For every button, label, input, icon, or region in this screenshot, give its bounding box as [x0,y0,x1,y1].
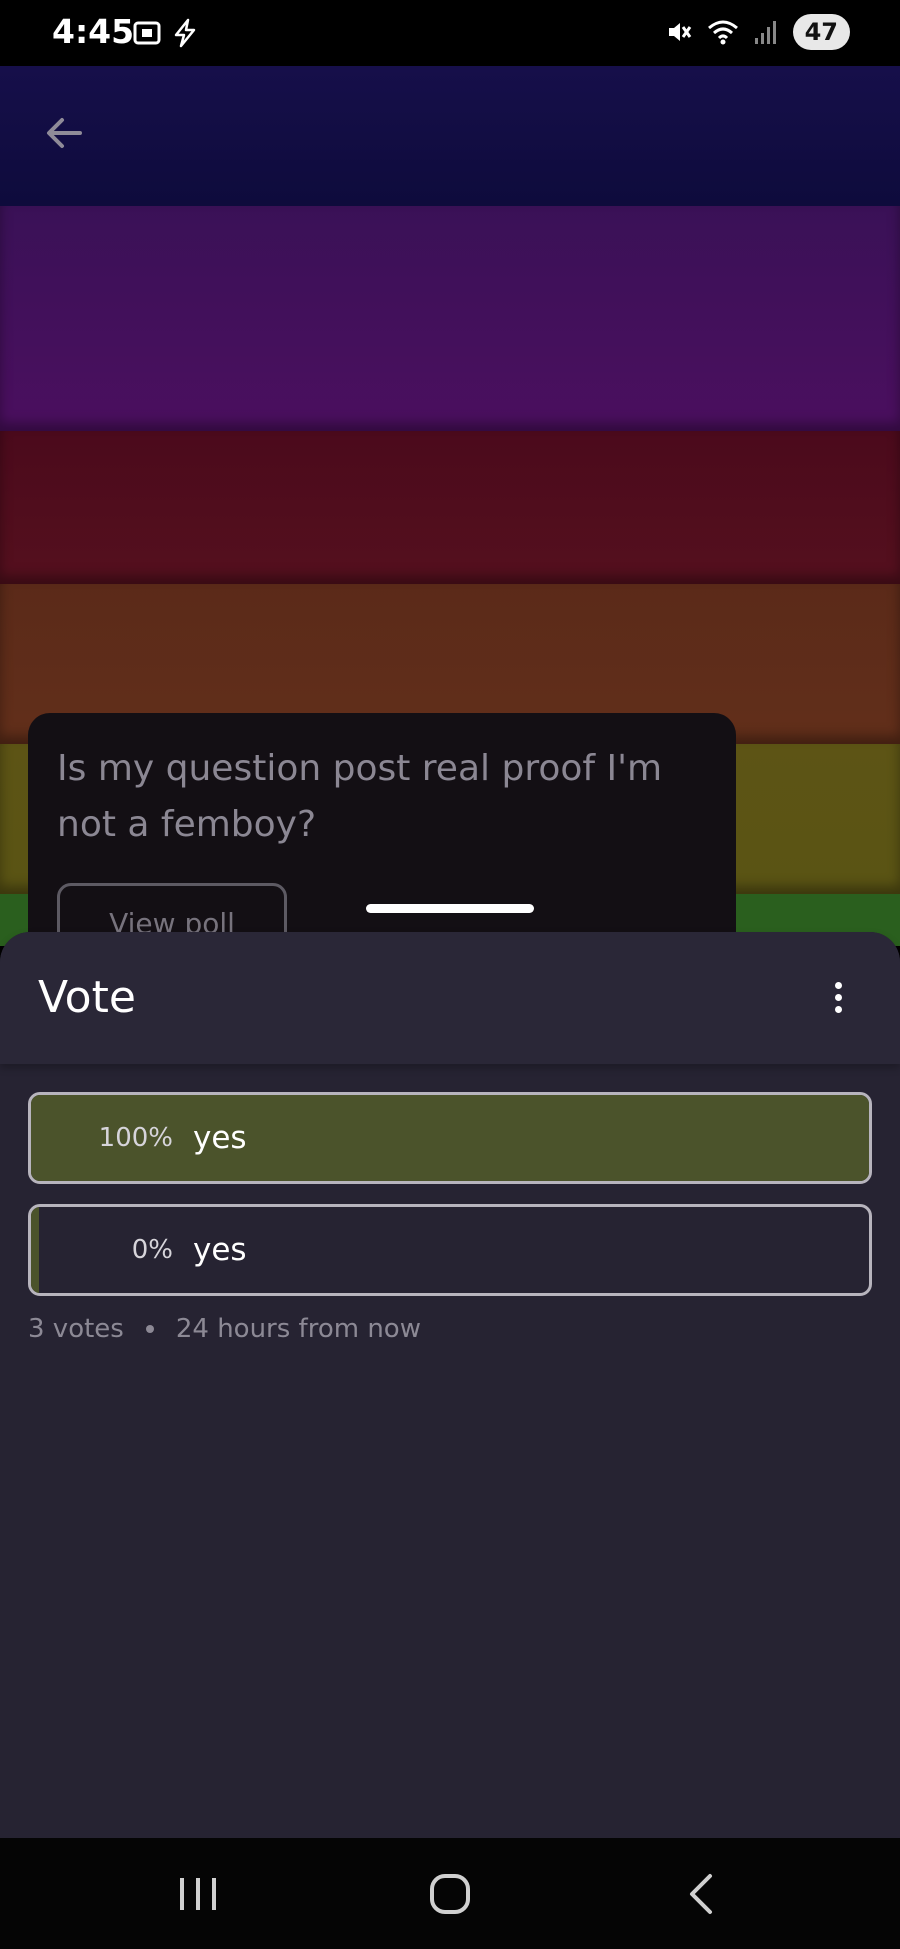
sheet-drag-handle[interactable] [366,904,534,913]
home-icon [430,1874,470,1914]
post-question: Is my question post real proof I'm not a… [57,748,663,845]
banner-stripe [0,206,900,431]
banner-stripe [0,66,900,206]
home-button[interactable] [420,1866,480,1922]
arrow-left-icon [47,118,82,148]
status-time: 4:45 [52,12,135,51]
more-options-button[interactable] [820,980,856,1020]
poll-option-percent: 100% [98,1123,173,1153]
mute-icon [668,23,691,41]
status-right-icons: 47 [665,14,850,50]
vote-count: 3 votes [28,1314,124,1344]
status-left-icons [132,18,200,48]
system-back-button[interactable] [672,1866,732,1922]
sheet-header: Vote [0,932,900,1064]
signal-icon [754,21,776,44]
separator-dot [145,1325,154,1333]
poll-time-remaining: 24 hours from now [175,1314,421,1344]
wifi-icon [707,20,738,45]
banner-stripe [0,431,900,584]
sheet-title: Vote [38,972,136,1023]
flash-icon [174,18,196,48]
recents-icon [180,1878,216,1910]
back-button[interactable] [40,108,90,158]
poll-option-percent: 0% [131,1235,173,1265]
more-vertical-icon [820,980,856,1013]
poll-option[interactable]: 0% yes [28,1204,872,1296]
battery-indicator: 47 [792,14,850,50]
vote-sheet: Vote 100% yes 0% yes 3 votes 24 hours fr… [0,932,900,1838]
poll-option-label: yes [193,1120,247,1156]
poll-option[interactable]: 100% yes [28,1092,872,1184]
poll-option-label: yes [193,1232,247,1268]
screen: 4:45 47 Is my question post real proof I… [0,0,900,1949]
chevron-left-icon [690,1874,712,1914]
poll-option-fill [31,1207,39,1293]
status-bar: 4:45 47 [0,0,900,66]
screenshot-icon [133,21,161,45]
system-navigation-bar [0,1838,900,1949]
recents-button[interactable] [168,1866,228,1922]
poll-meta: 3 votes 24 hours from now [28,1314,421,1344]
